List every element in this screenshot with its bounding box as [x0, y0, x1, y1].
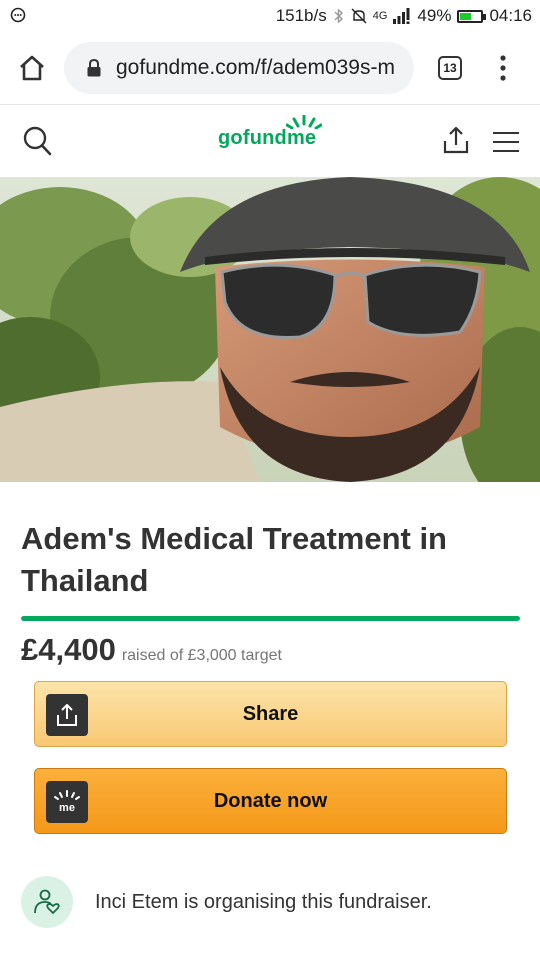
campaign-hero-image [0, 177, 540, 482]
raised-target-label: raised of £3,000 target [121, 647, 282, 664]
battery-percent: 49% [417, 6, 452, 25]
share-icon [57, 704, 77, 726]
donate-button-label: Donate now [213, 789, 328, 812]
lock-icon [87, 59, 101, 77]
url-text: gofundme.com/f/adem039s-m [116, 56, 395, 79]
donate-icon-box: me [46, 781, 88, 823]
donate-button[interactable]: me Donate now [34, 768, 507, 834]
search-icon[interactable] [22, 125, 52, 157]
progress-bar [21, 616, 520, 621]
share-button[interactable]: Share [34, 681, 507, 747]
clock: 04:16 [489, 6, 532, 25]
menu-dots-icon[interactable] [496, 54, 510, 82]
hero-photo [0, 177, 540, 482]
share-icon[interactable] [442, 125, 470, 155]
campaign-title: Adem's Medical Treatment in Thailand [21, 521, 447, 598]
hamburger-icon[interactable] [493, 131, 519, 153]
logo-sun-icon [286, 115, 322, 129]
raised-amount: £4,400 [21, 632, 116, 667]
raised-summary: £4,400 raised of £3,000 target [21, 632, 282, 668]
status-bar: 151b/s 4G 49% 04:16 [0, 0, 540, 32]
address-bar[interactable]: gofundme.com/f/adem039s-m [64, 42, 414, 94]
gofundme-logo[interactable]: gofundme [218, 115, 322, 150]
share-icon-box [46, 694, 88, 736]
logo-text: gofundme [218, 127, 317, 149]
battery-icon [457, 9, 487, 23]
mute-icon [351, 8, 367, 24]
network-speed: 151b/s [275, 6, 327, 25]
bluetooth-icon [334, 8, 343, 24]
share-button-label: Share [242, 702, 299, 725]
message-icon [10, 7, 26, 23]
svg-text:me: me [59, 802, 75, 814]
tab-count-button[interactable]: 13 [438, 56, 462, 80]
organiser-info: Inci Etem is organising this fundraiser. [21, 876, 432, 928]
home-icon[interactable] [18, 54, 46, 82]
battery-fill [460, 12, 472, 20]
organiser-avatar [21, 876, 73, 928]
network-type: 4G [372, 10, 388, 22]
browser-toolbar: gofundme.com/f/adem039s-m 13 [0, 32, 540, 104]
signal-icon [393, 8, 410, 24]
progress-fill [21, 616, 520, 621]
organiser-heart-icon [34, 889, 60, 914]
gofundme-me-icon: me [54, 790, 80, 814]
organiser-text: Inci Etem is organising this fundraiser. [95, 890, 432, 913]
site-header: gofundme [0, 105, 540, 177]
